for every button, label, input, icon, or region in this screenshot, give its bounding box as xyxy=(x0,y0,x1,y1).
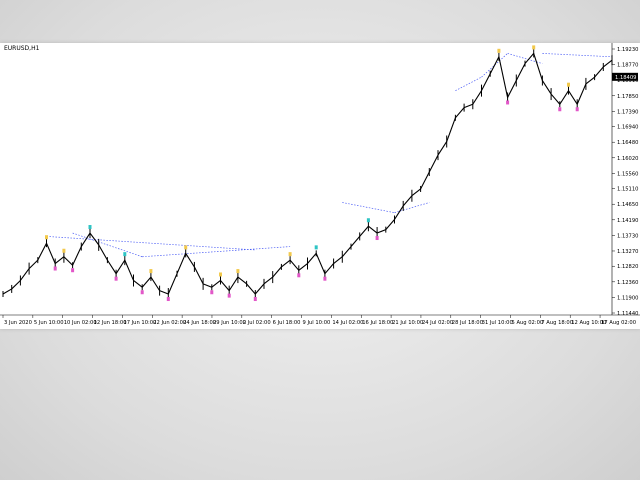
y-tick-label: 1.16940 xyxy=(617,125,638,131)
trend-line xyxy=(455,76,482,91)
x-tick-label: 24 Jun 18:00 xyxy=(183,320,216,326)
signal-marker xyxy=(297,273,301,278)
y-tick-label: 1.15110 xyxy=(617,187,638,193)
y-tick-label: 1.16020 xyxy=(617,156,638,162)
signal-marker xyxy=(45,235,48,240)
x-tick-label: 3 Jun 2020 xyxy=(4,320,32,326)
x-tick-label: 22 Jun 02:00 xyxy=(153,320,186,326)
signal-marker xyxy=(575,107,579,112)
signal-marker xyxy=(323,276,327,281)
signal-marker xyxy=(497,48,501,53)
price-chart[interactable]: 1.192301.187701.183101.178501.173901.169… xyxy=(0,43,640,329)
y-tick-label: 1.13730 xyxy=(617,233,638,239)
signal-marker xyxy=(236,269,240,274)
signal-marker xyxy=(184,245,188,250)
signal-marker xyxy=(506,100,510,105)
y-tick-label: 1.12820 xyxy=(617,264,638,270)
signal-marker xyxy=(558,107,562,112)
y-tick-label: 1.17850 xyxy=(617,94,638,100)
signal-marker xyxy=(219,272,222,277)
x-tick-label: 10 Jun 02:00 xyxy=(64,320,97,326)
signal-marker xyxy=(210,290,214,295)
signal-marker xyxy=(149,269,153,274)
y-tick-label: 1.12360 xyxy=(617,280,638,286)
signal-marker xyxy=(366,218,370,223)
signal-marker xyxy=(53,266,57,271)
signal-marker xyxy=(567,82,570,87)
signal-marker xyxy=(314,245,318,250)
y-tick-label: 1.16480 xyxy=(617,140,638,146)
y-tick-label: 1.11440 xyxy=(617,311,638,317)
trend-line xyxy=(542,53,613,58)
trend-line xyxy=(142,246,291,258)
x-tick-label: 28 Jul 18:00 xyxy=(452,320,483,326)
y-tick-label: 1.19230 xyxy=(617,47,638,53)
y-tick-label: 1.15560 xyxy=(617,171,638,177)
x-tick-label: 14 Jul 02:00 xyxy=(332,320,363,326)
chart-window[interactable]: EURUSD,H1 1.19230 1.18770 1.18310 1.17850 1.… xyxy=(0,43,640,329)
signal-marker xyxy=(71,268,75,273)
signal-marker xyxy=(123,252,127,257)
signal-marker xyxy=(532,45,536,50)
x-tick-label: 2 Jul 02:00 xyxy=(243,320,271,326)
x-tick-label: 21 Jul 10:00 xyxy=(392,320,423,326)
signal-marker xyxy=(62,248,66,253)
x-tick-label: 24 Jul 02:00 xyxy=(422,320,453,326)
x-tick-label: 17 Jun 10:00 xyxy=(123,320,156,326)
trend-line xyxy=(46,236,256,251)
y-tick-label: 1.18770 xyxy=(617,63,638,69)
trend-line xyxy=(342,202,395,214)
signal-marker xyxy=(288,252,292,257)
current-price-label: 1.18409 xyxy=(615,75,636,81)
signal-marker xyxy=(166,297,170,302)
x-tick-label: 29 Jun 10:00 xyxy=(213,320,246,326)
y-tick-label: 1.14650 xyxy=(617,202,638,208)
x-tick-label: 9 Jul 10:00 xyxy=(303,320,331,326)
y-tick-label: 1.14190 xyxy=(617,218,638,224)
x-tick-label: 6 Jul 18:00 xyxy=(273,320,301,326)
x-tick-label: 5 Aug 02:00 xyxy=(512,320,544,326)
signal-marker xyxy=(88,225,92,230)
y-tick-label: 1.13270 xyxy=(617,249,638,255)
signal-marker xyxy=(114,276,118,281)
x-tick-label: 31 Jul 10:00 xyxy=(482,320,513,326)
x-tick-label: 12 Jun 18:00 xyxy=(94,320,127,326)
signal-marker xyxy=(140,290,144,295)
x-tick-label: 7 Aug 18:00 xyxy=(541,320,573,326)
signal-marker xyxy=(227,293,231,298)
x-tick-label: 17 Aug 02:00 xyxy=(601,320,636,326)
y-tick-label: 1.11900 xyxy=(617,295,638,301)
signal-marker xyxy=(253,297,257,302)
y-tick-label: 1.17390 xyxy=(617,109,638,115)
x-tick-label: 5 Jun 10:00 xyxy=(34,320,64,326)
signal-marker xyxy=(375,236,379,241)
x-tick-label: 16 Jul 18:00 xyxy=(362,320,393,326)
